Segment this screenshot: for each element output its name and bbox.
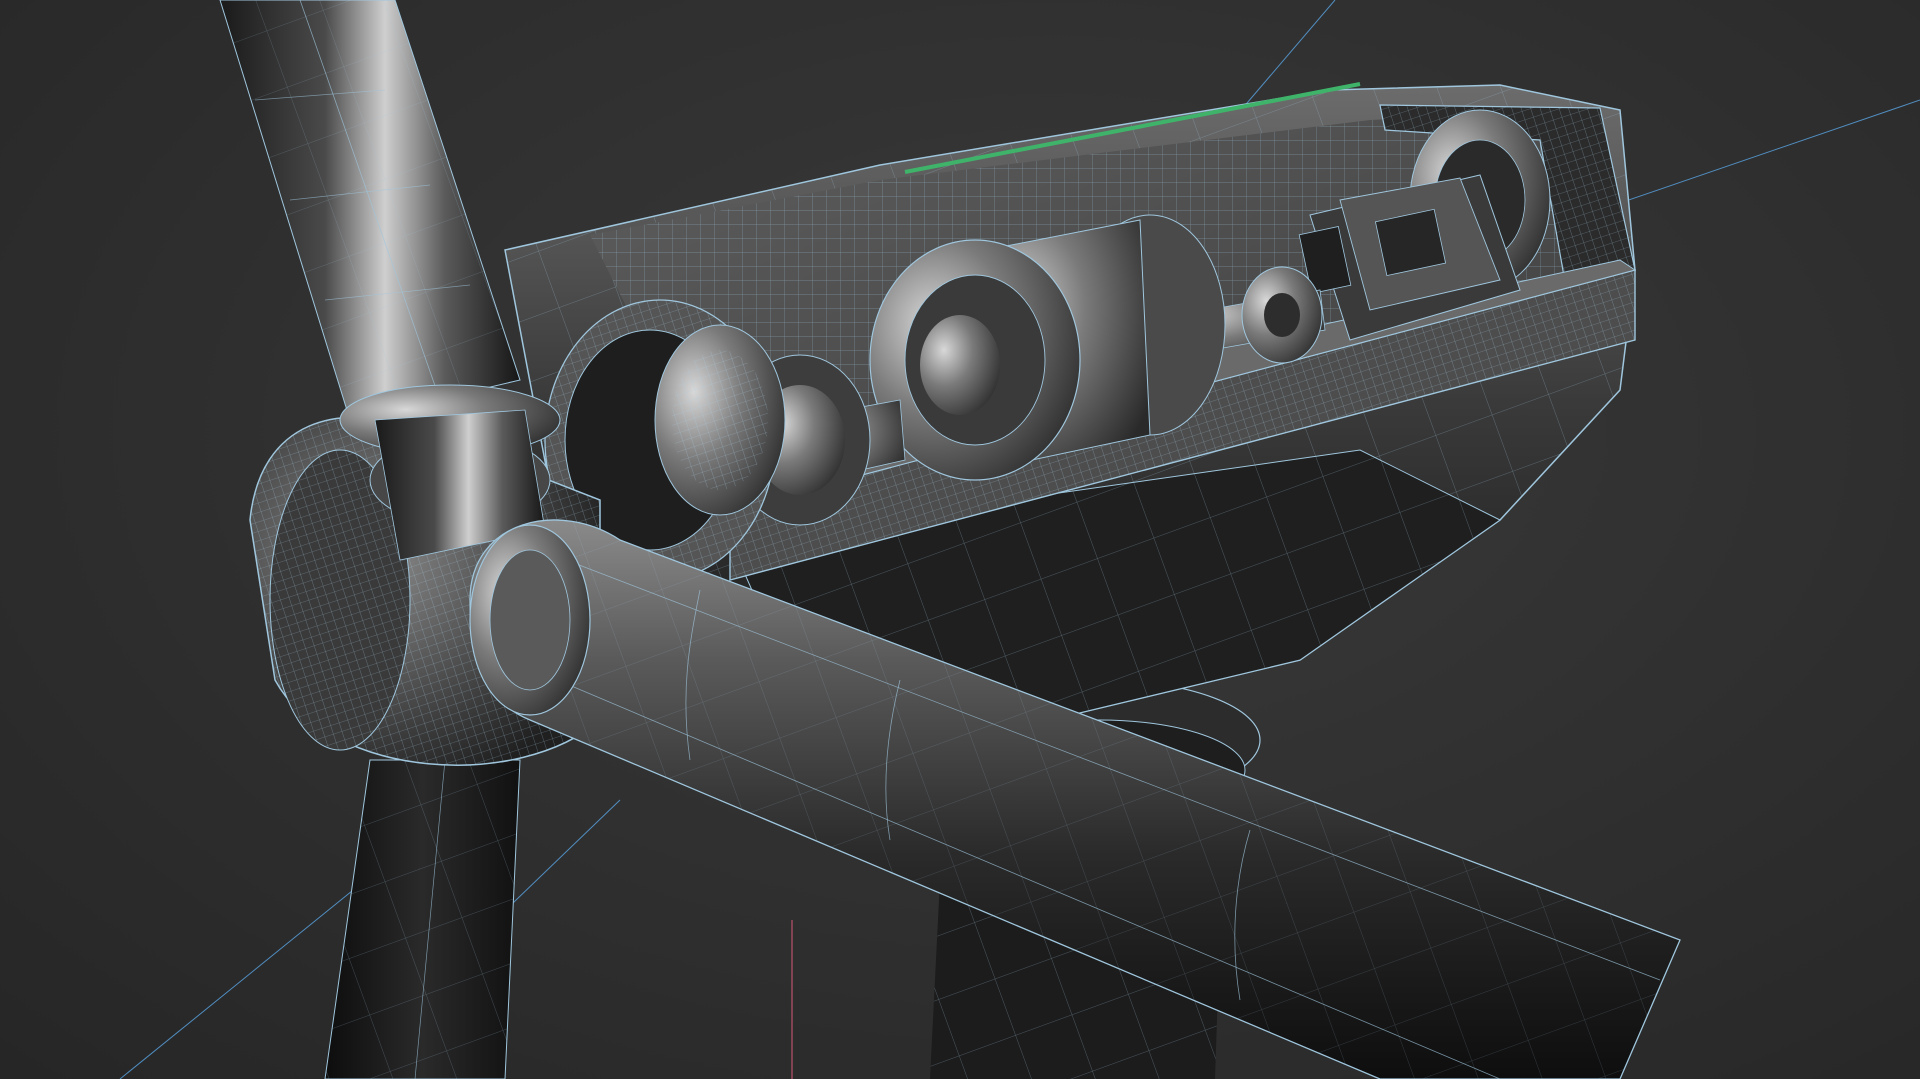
rotor-blade-upper [219,0,521,421]
rotor-blade-lower [324,759,521,1079]
3d-viewport[interactable] [0,0,1920,1079]
scene-render[interactable] [0,0,1920,1079]
